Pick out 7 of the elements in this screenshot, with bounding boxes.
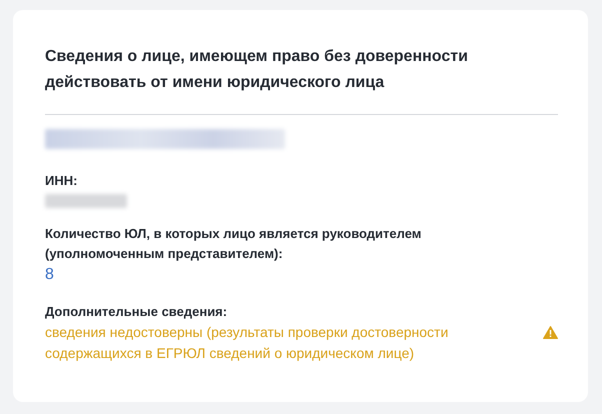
warning-text: сведения недостоверны (результаты проверки достоверности содержащихся в ЕГРЮЛ сведений о юридическом лице) xyxy=(45,323,450,363)
card-title: Сведения о лице, имеющем право без доверенности действовать от имени юридического лица xyxy=(45,47,469,93)
field-label: Количество ЮЛ, в которых лицо является руководителем (уполномоченным представителем): xyxy=(45,225,422,263)
field-label: ИНН: xyxy=(45,172,78,190)
field-label: Дополнительные сведения: xyxy=(45,303,228,321)
warning-icon xyxy=(543,326,558,339)
field-value: 8 xyxy=(45,265,55,285)
